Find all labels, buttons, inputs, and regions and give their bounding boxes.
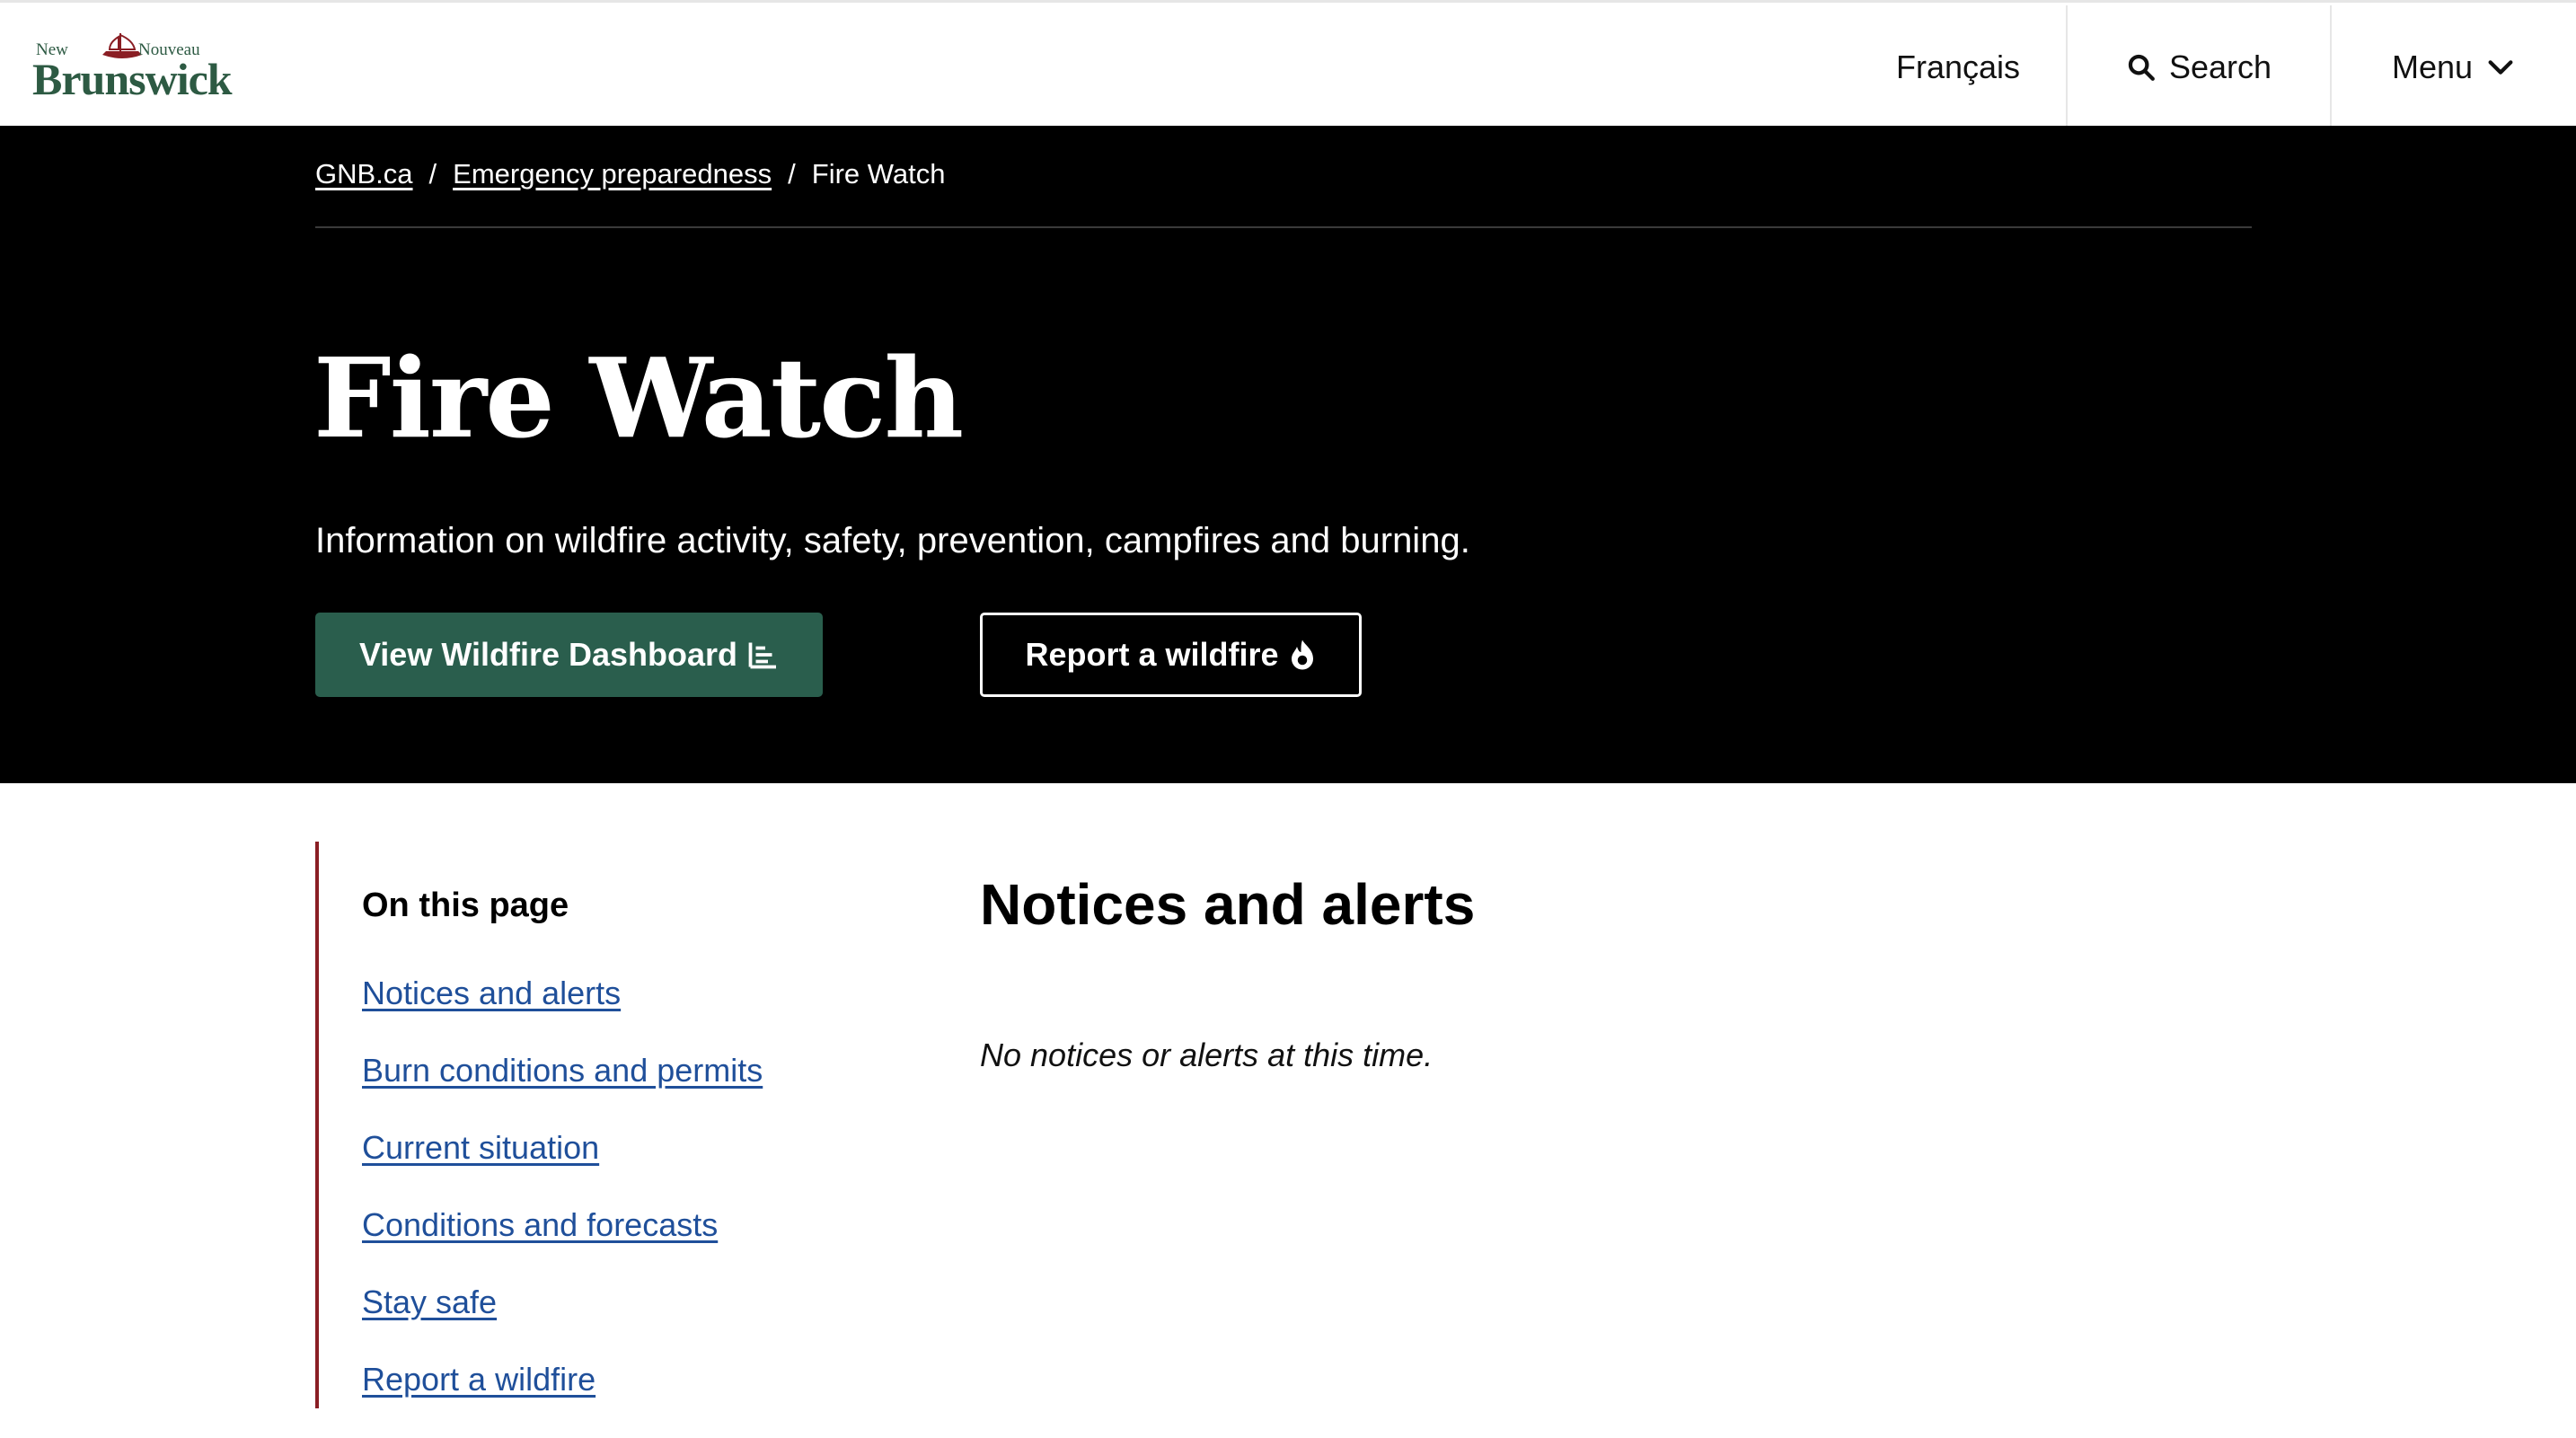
breadcrumb: GNB.ca / Emergency preparedness / Fire W… bbox=[315, 158, 945, 190]
toc-link-stay-safe[interactable]: Stay safe bbox=[362, 1284, 497, 1320]
notices-heading: Notices and alerts bbox=[980, 872, 1476, 937]
site-header: New Nouveau Brunswick Français Search Me… bbox=[0, 0, 2576, 128]
menu-button[interactable]: Menu bbox=[2332, 5, 2576, 128]
breadcrumb-separator: / bbox=[788, 158, 796, 190]
chevron-down-icon bbox=[2488, 59, 2513, 75]
toc-link-report-wildfire[interactable]: Report a wildfire bbox=[362, 1361, 595, 1398]
breadcrumb-current: Fire Watch bbox=[811, 158, 946, 190]
gnb-logo[interactable]: New Nouveau Brunswick bbox=[32, 30, 233, 105]
toc-item: Stay safe bbox=[362, 1284, 763, 1361]
breadcrumb-link-emergency[interactable]: Emergency preparedness bbox=[453, 158, 772, 190]
toc-title: On this page bbox=[362, 887, 569, 924]
toc-link-current-situation[interactable]: Current situation bbox=[362, 1129, 599, 1166]
on-this-page-nav: On this page Notices and alerts Burn con… bbox=[315, 842, 899, 1408]
toc-link-notices[interactable]: Notices and alerts bbox=[362, 975, 621, 1011]
page-subtitle: Information on wildfire activity, safety… bbox=[315, 521, 1470, 560]
report-wildfire-label: Report a wildfire bbox=[1025, 636, 1279, 673]
breadcrumb-link-gnb[interactable]: GNB.ca bbox=[315, 158, 413, 190]
report-wildfire-button[interactable]: Report a wildfire bbox=[980, 613, 1362, 697]
toc-item: Report a wildfire bbox=[362, 1361, 763, 1438]
menu-label: Menu bbox=[2391, 48, 2474, 85]
fire-icon bbox=[1291, 640, 1313, 670]
hero-divider bbox=[315, 226, 2252, 228]
language-label: Français bbox=[1895, 48, 2021, 85]
search-label: Search bbox=[2168, 48, 2272, 85]
language-toggle[interactable]: Français bbox=[1850, 5, 2066, 128]
page-title: Fire Watch bbox=[313, 333, 964, 463]
toc-item: Burn conditions and permits bbox=[362, 1052, 763, 1129]
toc-list: Notices and alerts Burn conditions and p… bbox=[362, 975, 763, 1438]
search-button[interactable]: Search bbox=[2066, 5, 2332, 128]
hero-banner: GNB.ca / Emergency preparedness / Fire W… bbox=[0, 126, 2576, 783]
search-icon bbox=[2128, 54, 2155, 81]
breadcrumb-separator: / bbox=[428, 158, 437, 190]
notices-empty-message: No notices or alerts at this time. bbox=[980, 1037, 1434, 1073]
toc-link-conditions-forecasts[interactable]: Conditions and forecasts bbox=[362, 1206, 718, 1243]
toc-link-burn-conditions[interactable]: Burn conditions and permits bbox=[362, 1052, 763, 1089]
toc-item: Notices and alerts bbox=[362, 975, 763, 1052]
logo-brand-text: Brunswick bbox=[32, 54, 233, 104]
toc-item: Conditions and forecasts bbox=[362, 1206, 763, 1284]
toc-item: Current situation bbox=[362, 1129, 763, 1206]
view-dashboard-button[interactable]: View Wildfire Dashboard bbox=[315, 613, 823, 697]
bar-chart-icon bbox=[748, 642, 777, 669]
view-dashboard-label: View Wildfire Dashboard bbox=[358, 636, 738, 673]
